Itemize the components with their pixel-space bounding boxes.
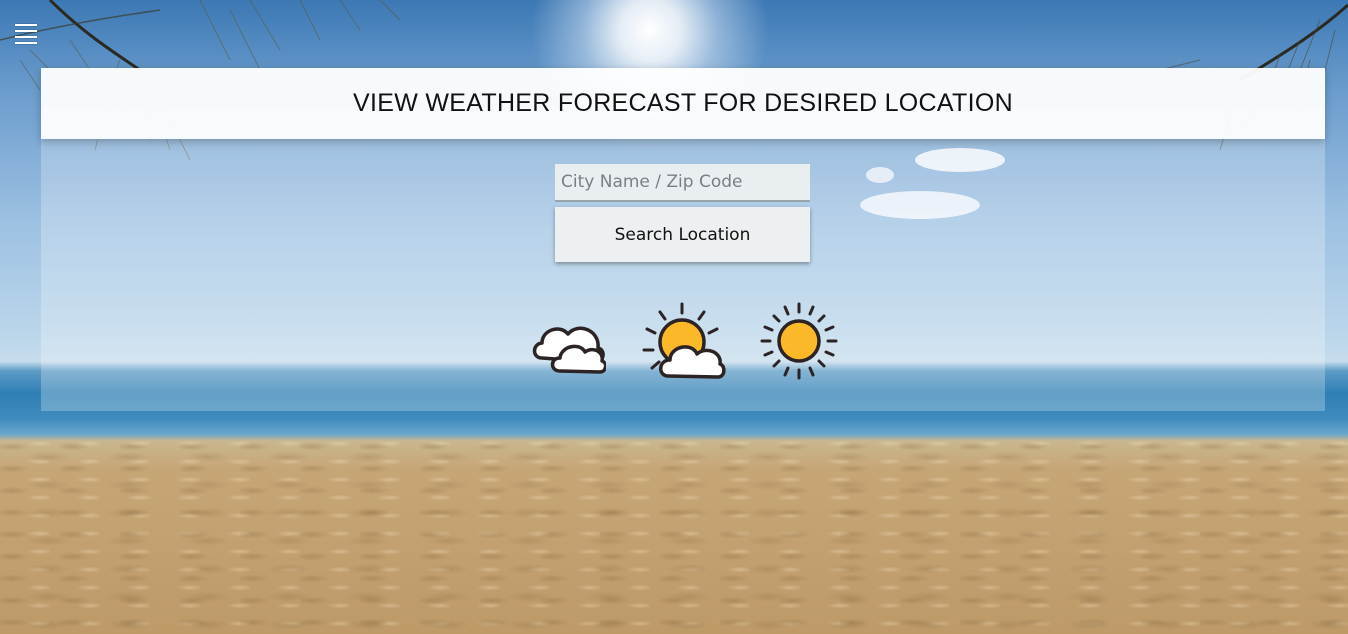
cloudy-icon: [532, 326, 606, 374]
sunny-icon: [760, 302, 838, 380]
search-location-button[interactable]: Search Location: [555, 207, 810, 262]
page-title: VIEW WEATHER FORECAST FOR DESIRED LOCATI…: [353, 89, 1013, 117]
title-bar: VIEW WEATHER FORECAST FOR DESIRED LOCATI…: [41, 68, 1325, 139]
beach-sand: [0, 440, 1348, 634]
hamburger-menu-icon[interactable]: [15, 24, 37, 46]
partly-sunny-icon: [642, 302, 726, 379]
search-input[interactable]: [555, 164, 810, 202]
